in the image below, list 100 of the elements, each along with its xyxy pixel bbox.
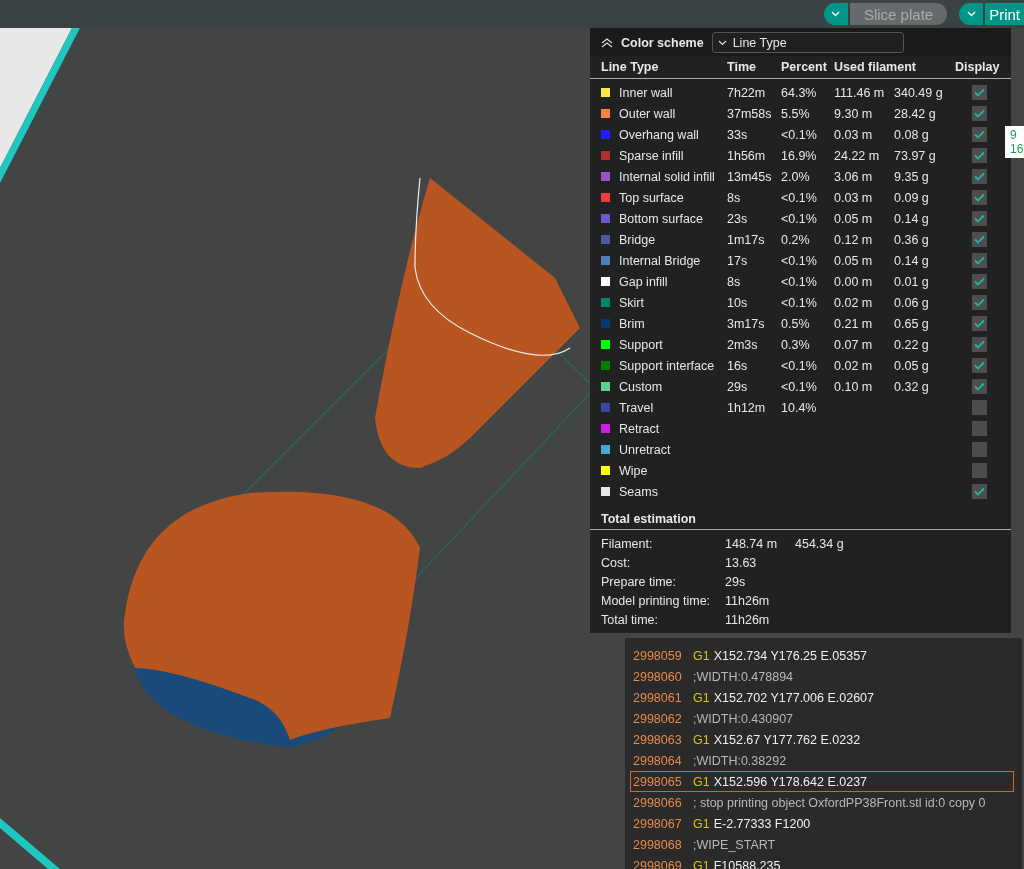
display-checkbox[interactable] [972,169,987,184]
total-label: Cost: [601,555,632,570]
length-cell-text: 0.00 m [834,274,874,289]
column-header: Used filament [834,60,917,74]
check-icon [974,172,985,181]
display-checkbox[interactable] [972,148,987,163]
display-checkbox[interactable] [972,421,987,436]
time-cell-text: 13m45s [727,169,773,184]
length-cell-text: 0.12 m [834,232,874,247]
dropdown-button[interactable] [823,3,848,25]
gcode-line[interactable]: 2998062 ;WIDTH:0.430907 [630,708,1014,729]
weight-cell-text: 0.09 g [894,190,930,205]
scheme-dropdown[interactable]: Line Type [711,32,904,53]
check-icon [974,256,985,265]
display-checkbox[interactable] [972,127,987,142]
display-checkbox[interactable] [972,379,987,394]
gcode-line[interactable]: 2998066 ; stop printing object OxfordPP38Front.stl id:0 copy 0 [630,792,1014,813]
total-label: Total time: [601,612,659,627]
length-cell-text: 0.21 m [834,316,874,331]
weight-cell-text: 0.32 g [894,379,930,394]
display-checkbox[interactable] [972,463,987,478]
gcode-line[interactable]: 2998063 G1 X152.67 Y177.762 E.0232 [630,729,1014,750]
weight-cell-text: 73.97 g [894,148,937,163]
column-header: Time [727,60,757,74]
check-icon [974,340,985,349]
time-cell-text: 1h12m [727,400,767,415]
chevron-down-icon [717,39,727,46]
display-checkbox[interactable] [972,337,987,352]
print-button[interactable]: Print [985,3,1024,25]
check-icon [974,109,985,118]
time-cell-text: 1m17s [727,232,766,247]
line-type-label: Bridge [619,232,657,247]
percent-cell-text: <0.1% [781,274,818,289]
length-cell-text: 24.22 m [834,148,881,163]
display-checkbox[interactable] [972,190,987,205]
line-type-label: Internal Bridge [619,253,702,268]
percent-cell-text: 0.5% [781,316,811,331]
section-title: Total estimation [590,502,1011,530]
collapse-icon[interactable] [601,37,613,48]
total-value: 11h26m [725,612,771,627]
line-type-label: Seams [619,484,659,499]
display-checkbox[interactable] [972,295,987,310]
gcode-line[interactable]: 2998060 ;WIDTH:0.478894 [630,666,1014,687]
display-checkbox[interactable] [972,85,987,100]
display-checkbox[interactable] [972,484,987,499]
line-type-label: Internal solid infill [619,169,716,184]
gcode-line[interactable]: 2998064 ;WIDTH:0.38292 [630,750,1014,771]
display-checkbox[interactable] [972,274,987,289]
length-cell-text: 0.10 m [834,379,874,394]
line-type-label: Outer wall [619,106,677,121]
length-cell-text: 111.46 m [834,85,886,100]
length-cell-text: 0.03 m [834,190,874,205]
time-cell-text: 8s [727,274,742,289]
total-label: Prepare time: [601,574,678,589]
time-cell-text: 16s [727,358,749,373]
gcode-line[interactable]: 2998059 G1 X152.734 Y176.25 E.05357 [630,645,1014,666]
time-cell-text: 7h22m [727,85,767,100]
display-checkbox[interactable] [972,442,987,457]
gcode-line[interactable]: 2998069 G1 F10588.235 [630,855,1014,869]
line-type-label: Support interface [619,358,716,373]
weight-cell-text: 0.08 g [894,127,930,142]
weight-cell-text: 0.14 g [894,211,930,226]
gcode-line[interactable]: 2998067 G1 E-2.77333 F1200 [630,813,1014,834]
dropdown-button[interactable] [959,3,984,25]
check-icon [974,298,985,307]
check-icon [974,193,985,202]
line-type-label: Skirt [619,295,645,310]
line-type-label: Inner wall [619,85,674,100]
check-icon [974,214,985,223]
chevron-down-icon [831,11,841,17]
line-type-label: Bottom surface [619,211,705,226]
display-checkbox[interactable] [972,211,987,226]
percent-cell-text: <0.1% [781,253,818,268]
display-checkbox[interactable] [972,358,987,373]
gcode-line[interactable]: 2998061 G1 X152.702 Y177.006 E.02607 [630,687,1014,708]
display-checkbox[interactable] [972,232,987,247]
line-type-label: Retract [619,421,661,436]
total-label: Filament: [601,536,654,551]
total-label: Model printing time: [601,593,712,608]
time-cell-text: 2m3s [727,337,759,352]
display-checkbox[interactable] [972,253,987,268]
length-cell-text: 3.06 m [834,169,874,184]
time-cell-text: 23s [727,211,749,226]
time-cell-text: 17s [727,253,749,268]
percent-cell-text: <0.1% [781,295,818,310]
percent-cell-text: 16.9% [781,148,818,163]
check-icon [974,130,985,139]
check-icon [974,88,985,97]
column-header: Display [955,60,1001,74]
gcode-line[interactable]: 2998068 ;WIPE_START [630,834,1014,855]
check-icon [974,487,985,496]
display-checkbox[interactable] [972,316,987,331]
percent-cell-text: <0.1% [781,190,818,205]
check-icon [974,151,985,160]
display-checkbox[interactable] [972,400,987,415]
weight-cell-text: 0.14 g [894,253,930,268]
length-cell-text: 0.07 m [834,337,874,352]
display-checkbox[interactable] [972,106,987,121]
percent-cell-text: 10.4% [781,400,818,415]
line-type-label: Sparse infill [619,148,685,163]
